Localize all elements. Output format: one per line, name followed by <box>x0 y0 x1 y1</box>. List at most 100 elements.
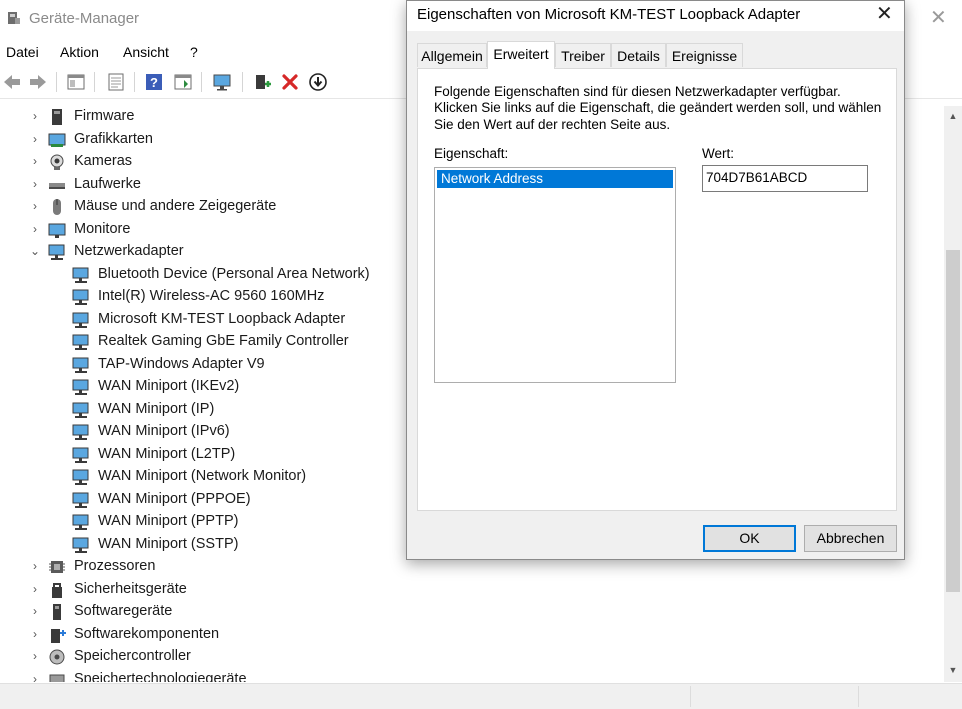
tree-item-label: WAN Miniport (IKEv2) <box>98 378 240 394</box>
chevron-right-icon[interactable]: › <box>29 558 41 574</box>
chevron-right-icon[interactable]: › <box>29 198 41 214</box>
dialog-title: Eigenschaften von Microsoft KM-TEST Loop… <box>417 6 801 23</box>
display-adapter-icon <box>48 133 66 147</box>
network-adapter-icon <box>72 469 89 485</box>
status-separator <box>858 686 859 707</box>
description-line: Folgende Eigenschaften sind für diesen N… <box>434 84 841 99</box>
dialog-titlebar: Eigenschaften von Microsoft KM-TEST Loop… <box>407 1 904 31</box>
network-adapter-icon <box>72 334 89 350</box>
chevron-right-icon[interactable]: › <box>29 221 41 237</box>
status-bar <box>0 683 962 709</box>
download-driver-icon[interactable] <box>308 72 328 92</box>
tree-item-label: WAN Miniport (PPTP) <box>98 513 239 529</box>
tree-item-label: Softwarekomponenten <box>74 625 220 642</box>
tab-allgemein[interactable]: Allgemein <box>417 43 487 67</box>
menu-datei[interactable]: Datei <box>6 44 39 60</box>
chevron-right-icon[interactable]: › <box>29 176 41 192</box>
toolbar-separator <box>134 72 135 92</box>
help-icon[interactable]: ? <box>144 72 164 92</box>
property-item-network-address[interactable]: Network Address <box>437 170 673 188</box>
add-device-icon[interactable] <box>252 72 272 92</box>
description-line: Klicken Sie links auf die Eigenschaft, d… <box>434 100 882 115</box>
tree-item-label: Intel(R) Wireless-AC 9560 160MHz <box>98 288 325 304</box>
value-input[interactable]: 704D7B61ABCD <box>702 165 868 192</box>
chevron-right-icon[interactable]: › <box>29 626 41 642</box>
forward-arrow-icon[interactable] <box>28 72 48 92</box>
network-adapter-icon <box>72 357 89 373</box>
menu-aktion[interactable]: Aktion <box>60 44 99 60</box>
value-label: Wert: <box>702 146 735 161</box>
chevron-down-icon[interactable]: ⌄ <box>29 243 41 259</box>
uninstall-x-icon[interactable] <box>280 72 300 92</box>
tree-category-row[interactable]: › Speichertechnologiegeräte <box>0 669 944 683</box>
scrollbar-thumb[interactable] <box>946 250 960 592</box>
tree-item-label: TAP-Windows Adapter V9 <box>98 355 265 372</box>
software-component-icon <box>51 628 66 643</box>
device-manager-app-icon <box>8 12 20 24</box>
window-close-button[interactable]: ✕ <box>930 8 947 28</box>
network-adapter-icon <box>72 289 89 305</box>
storage-controller-icon <box>49 649 65 665</box>
tree-item-label: Firmware <box>74 108 135 124</box>
properties-pane-icon[interactable] <box>66 72 86 92</box>
tree-category-row[interactable]: › Softwarekomponenten <box>0 624 944 646</box>
chevron-right-icon[interactable]: › <box>29 648 41 664</box>
update-driver-icon[interactable] <box>173 72 193 92</box>
monitor-scan-icon[interactable] <box>212 72 232 92</box>
tree-item-label: Realtek Gaming GbE Family Controller <box>98 333 349 349</box>
chevron-right-icon[interactable]: › <box>29 671 41 683</box>
tree-item-label: Kameras <box>74 153 133 169</box>
chevron-right-icon[interactable]: › <box>29 153 41 169</box>
network-adapter-icon <box>48 244 65 260</box>
chevron-right-icon[interactable]: › <box>29 581 41 597</box>
software-device-icon <box>53 604 61 620</box>
chevron-right-icon[interactable]: › <box>29 603 41 619</box>
property-label: Eigenschaft: <box>434 146 509 161</box>
tree-item-label: WAN Miniport (Network Monitor) <box>98 468 307 484</box>
svg-text:?: ? <box>150 75 158 90</box>
dialog-close-button[interactable]: ✕ <box>876 4 893 24</box>
network-adapter-icon <box>72 379 89 395</box>
tree-item-label: WAN Miniport (SSTP) <box>98 535 239 552</box>
scroll-down-arrow-icon[interactable]: ▼ <box>944 662 962 678</box>
disk-drive-icon <box>49 182 65 189</box>
tab-ereignisse[interactable]: Ereignisse <box>666 43 743 67</box>
document-icon[interactable] <box>106 72 126 92</box>
tree-item-label: Grafikkarten <box>74 130 153 147</box>
network-adapter-icon <box>72 514 89 530</box>
ok-button[interactable]: OK <box>703 525 796 552</box>
tab-treiber[interactable]: Treiber <box>555 43 611 67</box>
network-adapter-icon <box>72 424 89 440</box>
tab-details[interactable]: Details <box>611 43 666 67</box>
chevron-right-icon[interactable]: › <box>29 131 41 147</box>
cancel-button[interactable]: Abbrechen <box>804 525 897 552</box>
tree-category-row[interactable]: › Softwaregeräte <box>0 601 944 623</box>
tree-item-label: WAN Miniport (L2TP) <box>98 445 236 462</box>
toolbar-separator <box>242 72 243 92</box>
tree-category-row[interactable]: › Speichercontroller <box>0 646 944 668</box>
tree-category-row[interactable]: › Sicherheitsgeräte <box>0 579 944 601</box>
tree-item-label: Speichercontroller <box>74 648 191 664</box>
menu-help[interactable]: ? <box>190 44 198 60</box>
tree-item-label: Microsoft KM-TEST Loopback Adapter <box>98 310 346 327</box>
processor-icon <box>49 561 65 573</box>
property-listbox[interactable]: Network Address <box>434 167 676 383</box>
scroll-up-arrow-icon[interactable]: ▲ <box>944 108 962 124</box>
chevron-right-icon[interactable]: › <box>29 108 41 124</box>
camera-icon <box>50 154 64 170</box>
monitor-icon <box>48 223 66 238</box>
security-device-icon <box>52 582 62 598</box>
toolbar-separator <box>201 72 202 92</box>
tree-item-label: Softwaregeräte <box>74 603 173 619</box>
tree-item-label: Sicherheitsgeräte <box>74 580 187 597</box>
tree-item-label: WAN Miniport (PPPOE) <box>98 490 251 507</box>
tree-item-label: Laufwerke <box>74 175 141 192</box>
tree-item-label: Prozessoren <box>74 558 156 574</box>
tree-item-label: WAN Miniport (IP) <box>98 400 215 417</box>
tab-erweitert[interactable]: Erweitert <box>487 41 555 69</box>
storage-technology-icon <box>49 674 65 682</box>
tree-item-label: Mäuse und andere Zeigegeräte <box>74 198 277 214</box>
back-arrow-icon[interactable] <box>2 72 22 92</box>
properties-dialog: Eigenschaften von Microsoft KM-TEST Loop… <box>406 0 905 560</box>
menu-ansicht[interactable]: Ansicht <box>123 44 169 60</box>
